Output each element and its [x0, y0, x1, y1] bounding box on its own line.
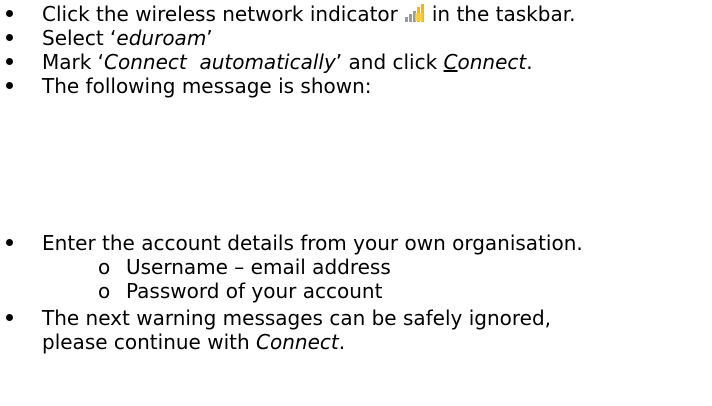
step-6-line-1: The next warning messages can be safely … [42, 306, 552, 330]
step-3-prefix: Mark ‘ [42, 50, 105, 74]
step-1-text-after-icon: in the taskbar. [431, 2, 576, 26]
sub-item-text: Username – email address [126, 255, 391, 279]
step-3-suffix: . [526, 50, 533, 74]
step-4-text: The following message is shown: [42, 74, 372, 98]
step-2-suffix: ’ [206, 26, 213, 50]
bullet-point [6, 314, 13, 321]
wifi-signal-icon [404, 4, 424, 22]
step-6-line-2-suffix: . [338, 330, 346, 354]
step-3-middle: ’ and click [335, 50, 444, 74]
sub-bullet-marker: o [98, 279, 111, 303]
instruction-document: Click the wireless network indicator in … [0, 0, 712, 406]
bullet-point [6, 34, 13, 41]
step-6-line-2: please continue with Connect. [42, 330, 345, 354]
step-6-line-2-prefix: please continue with [42, 330, 257, 354]
step-1-text-before-icon: Click the wireless network indicator [42, 2, 398, 26]
bullet-point [6, 82, 13, 89]
step-2-prefix: Select ‘ [42, 26, 117, 50]
sub-item-text: Password of your account [126, 279, 383, 303]
connect-automatically-option: Connect automatically [104, 50, 336, 74]
sub-bullet-marker: o [98, 255, 111, 279]
network-name-eduroam: eduroam [116, 26, 207, 50]
bullet-point [6, 10, 13, 17]
bullet-point [6, 239, 13, 246]
step-6: The next warning messages can be safely … [0, 306, 712, 354]
connect-reference: Connect [256, 330, 339, 354]
connect-rest: onnect [457, 50, 527, 74]
connect-button-reference: Connect [444, 50, 527, 74]
connect-mnemonic-letter: C [443, 50, 458, 74]
step-5-text: Enter the account details from your own … [42, 231, 583, 255]
bullet-point [6, 58, 13, 65]
